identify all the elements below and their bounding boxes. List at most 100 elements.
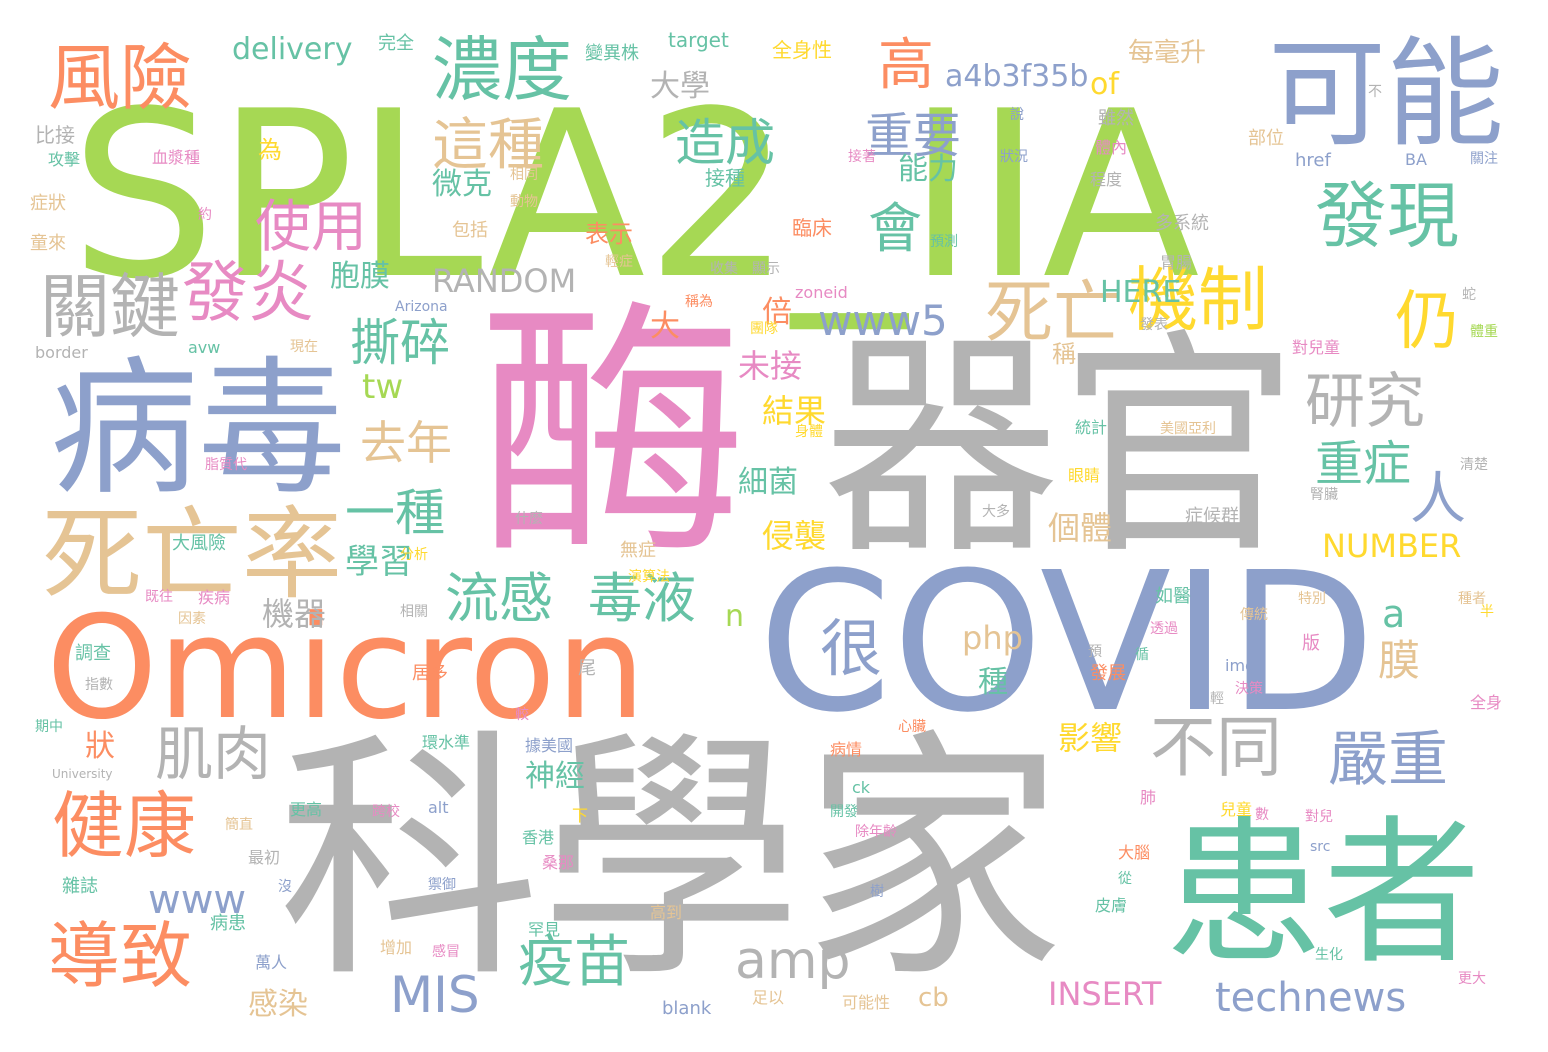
word: 尾 <box>578 658 596 679</box>
word: INSERT <box>1048 975 1162 1013</box>
word: 收集 <box>710 261 738 277</box>
word: 現在 <box>290 339 318 355</box>
word: avw <box>188 338 221 357</box>
word: 團隊 <box>750 321 778 337</box>
word: 比接 <box>35 123 75 147</box>
word: 狀 <box>85 729 115 764</box>
word: 輕症 <box>605 254 633 270</box>
word: 能力 <box>898 152 958 187</box>
word: 侵襲 <box>762 517 827 555</box>
word: cb <box>918 983 949 1013</box>
word: 健康 <box>52 784 197 868</box>
word: 禦御 <box>428 877 456 893</box>
word: 個體 <box>1048 509 1113 547</box>
word: src <box>1310 839 1331 855</box>
word: 統計 <box>1075 418 1108 437</box>
word: 對兒童 <box>1292 338 1341 357</box>
word: MIS <box>390 966 480 1024</box>
word: 結果 <box>762 392 827 430</box>
word: 導致 <box>48 914 193 998</box>
word: 很 <box>820 612 883 685</box>
word: 會 <box>868 197 922 260</box>
word: 萬人 <box>255 953 288 972</box>
word: 風險 <box>48 36 193 120</box>
word: 相關 <box>400 604 428 620</box>
word: 肌肉 <box>155 720 272 788</box>
word: 血漿種 <box>152 148 201 167</box>
word: 版 <box>1302 633 1320 654</box>
word: 對兒 <box>1305 809 1333 825</box>
word: 演算法 <box>628 569 670 585</box>
word: 透過 <box>1150 621 1178 637</box>
word: 顯示 <box>752 261 780 277</box>
word: 調查 <box>75 643 111 664</box>
word: target <box>668 28 729 52</box>
word: 多系統 <box>1155 213 1209 234</box>
word: 造成 <box>675 114 775 172</box>
word: 大腦 <box>1118 843 1151 862</box>
word: 病患 <box>210 913 246 934</box>
word: 相同 <box>510 167 538 183</box>
word: 較 <box>515 707 529 723</box>
word: 撕碎 <box>350 314 450 372</box>
word: 心臟 <box>898 719 926 735</box>
word: 這種 <box>432 113 544 178</box>
word: 大學 <box>650 69 710 104</box>
word: 增加 <box>380 938 413 957</box>
word: 重症 <box>1315 436 1412 492</box>
word: 沒 <box>278 879 292 895</box>
word: 更高 <box>290 800 323 819</box>
word: 傳統 <box>1240 607 1268 623</box>
word: 脂質代 <box>205 457 247 473</box>
word: 罕見 <box>528 920 561 939</box>
word: 變異株 <box>585 43 639 64</box>
word: HERE <box>1100 275 1182 310</box>
word: 據美國 <box>525 736 574 755</box>
word: 香港 <box>522 828 555 847</box>
word: a <box>1382 592 1406 636</box>
word: NUMBER <box>1322 527 1462 565</box>
word: 兒童 <box>1220 800 1253 819</box>
word: a4b3f35b <box>945 59 1089 94</box>
word: 疫苗 <box>518 930 630 995</box>
word: 發現 <box>1315 174 1460 258</box>
word: 除年齡 <box>855 824 897 840</box>
word: 桑那 <box>542 853 575 872</box>
word: www5 <box>818 296 948 345</box>
word: 攻擊 <box>48 150 81 169</box>
word: BA <box>1405 150 1427 169</box>
word: 數 <box>1255 807 1269 823</box>
word: 如醫 <box>1155 586 1191 607</box>
word: 流感 <box>445 567 553 630</box>
word: 高 <box>878 33 934 98</box>
word: 體重 <box>1470 324 1498 340</box>
word: 感冒 <box>432 944 460 960</box>
word: n <box>725 599 745 634</box>
word: 動物 <box>510 194 538 210</box>
word: 腎臟 <box>1310 487 1338 503</box>
word: 可能性 <box>842 993 891 1012</box>
word: 體內 <box>1095 138 1128 157</box>
word: 病毒 <box>50 343 346 515</box>
word: 研究 <box>1305 367 1425 437</box>
word: 微克 <box>432 167 492 202</box>
word: 發表 <box>1140 317 1168 333</box>
word: 膜 <box>1378 636 1421 685</box>
word: 未接 <box>738 347 803 385</box>
word: 酶 <box>478 277 748 592</box>
word: 雜誌 <box>62 876 98 897</box>
word: zoneid <box>795 283 848 302</box>
word: 全身性 <box>772 38 832 62</box>
word: 預測 <box>930 234 958 250</box>
word: 接種 <box>705 166 745 190</box>
word: 胞膜 <box>330 259 390 294</box>
word: 特別 <box>1298 591 1326 607</box>
word: 稱為 <box>685 294 713 310</box>
word: 輕 <box>1210 691 1224 707</box>
word: 童來 <box>30 233 66 254</box>
word: RANDOM <box>432 262 577 300</box>
word: 從 <box>1118 871 1132 887</box>
word: 大風險 <box>172 533 226 554</box>
word: 無症 <box>620 540 656 561</box>
word: 約 <box>198 207 212 223</box>
